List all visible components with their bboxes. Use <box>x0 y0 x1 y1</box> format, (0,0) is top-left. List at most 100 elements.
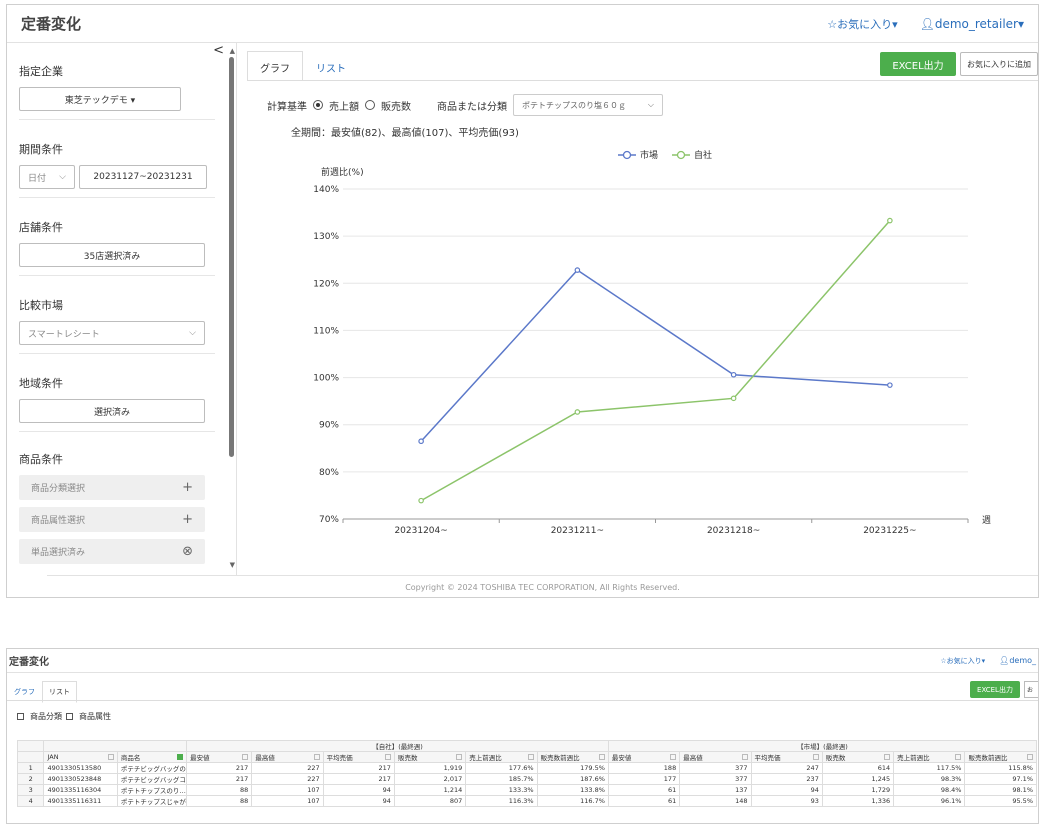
table-row[interactable]: 4 4901335116311 ポテトチップスじゃが… 88 107 94 807 116.3… <box>16 795 1037 807</box>
divider <box>19 431 215 432</box>
table-body: 1 4901330513580 ポテチビッグバッグの… 217 227 217 1,919 1… <box>16 762 1037 807</box>
company-label: 指定企業 <box>19 65 63 78</box>
filter-icon[interactable] <box>456 754 463 760</box>
sidebar-scrollbar[interactable] <box>229 57 234 457</box>
period-range-input[interactable]: 20231127~20231231 <box>79 165 207 189</box>
tab-graph[interactable]: グラフ <box>247 51 303 81</box>
market-label: 比較市場 <box>19 299 63 312</box>
trend-line-chart: 70% 80% 90% 100% 110% 120% 130% 140% 20231204~ 20… <box>313 149 991 536</box>
filter-icon[interactable] <box>313 754 320 760</box>
scroll-down-icon[interactable]: ▼ <box>230 561 235 569</box>
x-tick-label: 20231204~ <box>394 526 447 536</box>
filter-icon[interactable] <box>384 754 391 760</box>
data-point <box>730 395 737 402</box>
excel-export-button[interactable]: EXCEL出力 <box>880 52 956 76</box>
store-label: 店舗条件 <box>19 221 63 234</box>
region-label: 地域条件 <box>19 377 63 390</box>
column-header[interactable]: 売上前週比 <box>465 751 538 763</box>
filter-icon[interactable] <box>884 754 891 760</box>
filter-icon[interactable] <box>812 754 819 760</box>
table-row[interactable]: 1 4901330513580 ポテチビッグバッグの… 217 227 217 1,919 1… <box>16 762 1037 774</box>
table-cell: ポテチビッグバッグコ… <box>116 773 188 785</box>
period-type-value: 日付 <box>28 173 47 184</box>
app-header: 定番変化 ☆お気に入り▾ 👤︎demo_retailer▾ <box>7 5 1038 43</box>
chevron-left-icon[interactable]: < <box>213 43 224 58</box>
y-tick-label: 80% <box>319 468 339 478</box>
column-header-label: 販売数 <box>397 754 418 762</box>
column-header[interactable]: 最安値 <box>186 751 253 763</box>
column-header[interactable]: 最高値 <box>251 751 324 763</box>
favorites-menu[interactable]: ☆お気に入り▾ <box>940 656 985 666</box>
add-favorite-button[interactable]: お気に入りに追加 <box>960 52 1038 76</box>
column-header-label: 平均売価 <box>754 754 781 762</box>
column-header[interactable]: 販売数 <box>393 751 467 763</box>
table-cell: 217 <box>186 773 253 785</box>
filter-icon[interactable] <box>670 754 677 760</box>
filter-icon[interactable] <box>1027 754 1033 760</box>
column-header[interactable]: 販売数前週比 <box>536 751 609 763</box>
column-header[interactable]: 売上前週比 <box>893 751 966 763</box>
column-header[interactable]: 平均売価 <box>750 751 823 763</box>
period-type-select[interactable]: 日付 ⌵ <box>19 165 75 189</box>
store-select-button[interactable]: 35店選択済み <box>19 243 205 267</box>
column-header[interactable]: 最安値 <box>607 751 681 763</box>
user-menu[interactable]: 👤︎demo_ <box>999 656 1036 665</box>
table-cell: 94 <box>322 795 395 807</box>
table-cell: 807 <box>393 795 467 807</box>
corner-cell <box>16 751 45 763</box>
table-cell: ポテトチップスじゃが… <box>116 795 188 807</box>
column-header[interactable]: 平均売価 <box>322 751 395 763</box>
filter-icon[interactable] <box>955 754 962 760</box>
user-menu[interactable]: 👤︎demo_retailer▾ <box>920 17 1024 31</box>
column-header-label: JAN <box>47 753 59 761</box>
column-header[interactable]: 商品名 <box>116 751 188 763</box>
company-dropdown[interactable]: 東芝テックデモ ▾ <box>19 87 181 111</box>
category-checkbox-label: 商品分類 <box>30 712 62 721</box>
scroll-up-icon[interactable]: ▲ <box>230 47 235 55</box>
tab-divider <box>247 80 1038 81</box>
table-cell: 185.7% <box>465 773 538 785</box>
column-header[interactable]: 販売数 <box>821 751 895 763</box>
table-cell: 94 <box>322 784 395 796</box>
table-cell: 1,919 <box>393 762 467 774</box>
divider <box>19 353 215 354</box>
period-section: 期間条件 日付 ⌵ 20231127~20231231 <box>19 141 215 189</box>
table-cell: 116.7% <box>536 795 609 807</box>
favorites-menu[interactable]: ☆お気に入り▾ <box>827 16 897 32</box>
column-header[interactable]: 最高値 <box>679 751 752 763</box>
table-cell: 98.1% <box>964 784 1037 796</box>
item-select-button[interactable]: 単品選択済み ⊗ <box>19 539 205 564</box>
filter-icon[interactable] <box>598 754 605 760</box>
filter-icon[interactable] <box>177 754 184 760</box>
market-select[interactable]: スマートレシート ⌵ <box>19 321 205 345</box>
category-select-button[interactable]: 商品分類選択 + <box>19 475 205 500</box>
attribute-checkbox[interactable] <box>66 713 73 720</box>
table-cell: 95.5% <box>964 795 1037 807</box>
radio-sales-qty[interactable] <box>365 100 375 110</box>
tab-list[interactable]: リスト <box>303 51 359 81</box>
y-tick-label: 70% <box>319 515 339 525</box>
table-cell: 237 <box>750 773 823 785</box>
filter-icon[interactable] <box>741 754 748 760</box>
column-header[interactable]: 販売数前週比 <box>964 751 1037 763</box>
table-cell: 177.6% <box>465 762 538 774</box>
table-row[interactable]: 3 4901335116304 ポテトチップスのり… 88 107 94 1,214 133.… <box>16 784 1037 796</box>
filter-icon[interactable] <box>242 754 249 760</box>
add-favorite-button[interactable]: お <box>1024 681 1038 698</box>
radio-sales-amount[interactable] <box>313 100 323 110</box>
table-row[interactable]: 2 4901330523848 ポテチビッグバッグコ… 217 227 217 2,017 1… <box>16 773 1037 785</box>
region-select-button[interactable]: 選択済み <box>19 399 205 423</box>
column-header[interactable]: JAN <box>43 751 118 763</box>
product-select[interactable]: ポテトチップスのり塩６０ｇ ⌵ <box>513 94 663 116</box>
table-cell: 97.1% <box>964 773 1037 785</box>
category-checkbox[interactable] <box>17 713 24 720</box>
product-label: 商品条件 <box>19 453 63 466</box>
graph-screen: 定番変化 ☆お気に入り▾ 👤︎demo_retailer▾ < ▲ ▼ 指定企業… <box>6 4 1039 598</box>
filter-icon[interactable] <box>527 754 534 760</box>
filter-icon[interactable] <box>107 754 114 760</box>
excel-export-button[interactable]: EXCEL出力 <box>970 681 1020 698</box>
table-cell: 217 <box>322 773 395 785</box>
data-point <box>418 438 424 445</box>
attribute-select-button[interactable]: 商品属性選択 + <box>19 507 205 532</box>
clear-icon[interactable]: ⊗ <box>182 544 193 559</box>
